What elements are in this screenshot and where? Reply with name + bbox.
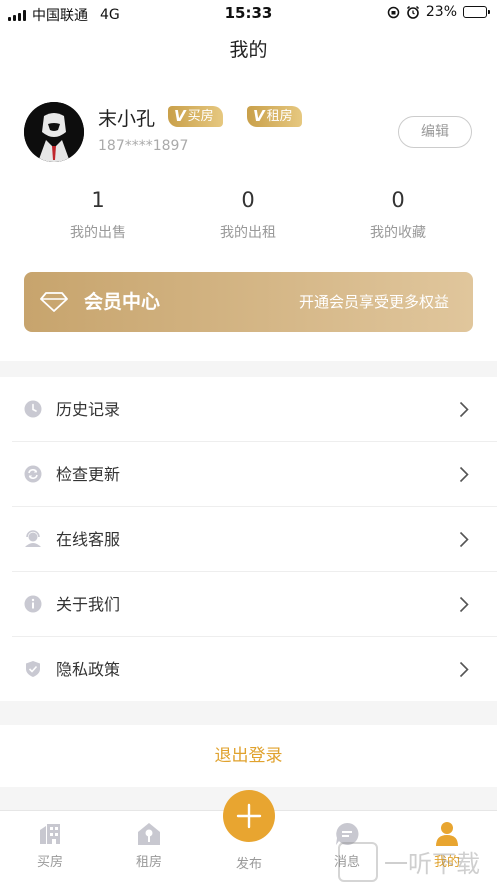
tab-publish-label[interactable]: 发布 <box>208 853 290 872</box>
member-subtitle: 开通会员享受更多权益 <box>298 293 449 311</box>
plus-icon <box>236 803 262 829</box>
house-key-icon <box>138 823 160 845</box>
menu-item-history[interactable]: 历史记录 <box>0 377 497 442</box>
tag-buy: V 买房 <box>168 106 223 127</box>
menu-item-customer-service[interactable]: 在线客服 <box>0 507 497 572</box>
stat-value: 1 <box>91 188 105 212</box>
menu-label: 关于我们 <box>56 595 121 614</box>
status-bar: 中国联通 4G 15:33 23% <box>0 0 497 26</box>
profile-section: 末小孔 V 买房 V 租房 187****1897 编辑 1 我的出售 0 我的… <box>0 74 497 361</box>
menu-item-about-us[interactable]: 关于我们 <box>0 572 497 637</box>
alarm-icon <box>406 5 419 19</box>
refresh-icon <box>24 465 42 483</box>
tag-letter: V <box>253 107 265 125</box>
edit-button[interactable]: 编辑 <box>398 116 472 148</box>
chevron-right-icon <box>459 401 469 418</box>
settings-menu: 历史记录 检查更新 在线客服 关于我们 隐私政策 <box>0 377 497 701</box>
watermark: 一听下载 <box>338 840 497 883</box>
chevron-right-icon <box>459 531 469 548</box>
orientation-lock-icon <box>387 6 400 18</box>
shield-icon <box>26 661 40 677</box>
chevron-right-icon <box>459 596 469 613</box>
tag-letter: V <box>174 107 186 125</box>
stat-rent[interactable]: 0 我的出租 <box>178 188 318 242</box>
building-icon <box>40 824 60 844</box>
stat-favorites[interactable]: 0 我的收藏 <box>328 188 468 242</box>
avatar-image <box>24 102 84 162</box>
stat-sell[interactable]: 1 我的出售 <box>28 188 168 242</box>
info-icon <box>24 595 42 613</box>
battery-percent: 23% <box>425 4 457 20</box>
tab-buy-house[interactable]: 买房 <box>10 821 90 870</box>
support-agent-icon <box>25 530 41 547</box>
watermark-text: 一听下载 <box>384 850 480 878</box>
page-title: 我的 <box>0 26 497 74</box>
menu-label: 在线客服 <box>56 530 121 549</box>
tab-rent-house[interactable]: 租房 <box>109 821 189 870</box>
clock-icon <box>24 400 42 418</box>
status-right: 23% <box>387 4 490 20</box>
logout-button[interactable]: 退出登录 <box>0 725 497 787</box>
chevron-right-icon <box>459 466 469 483</box>
stat-label: 我的出租 <box>220 225 276 241</box>
battery-icon <box>463 6 490 18</box>
menu-item-check-update[interactable]: 检查更新 <box>0 442 497 507</box>
chevron-right-icon <box>459 661 469 678</box>
stat-label: 我的收藏 <box>370 225 426 241</box>
menu-label: 隐私政策 <box>56 660 121 679</box>
member-title: 会员中心 <box>84 291 161 313</box>
phone-number: 187****1897 <box>98 138 189 154</box>
tab-label: 买房 <box>36 855 63 870</box>
publish-button[interactable] <box>223 790 275 842</box>
menu-label: 检查更新 <box>56 465 121 484</box>
tag-rent: V 租房 <box>247 106 302 127</box>
menu-label: 历史记录 <box>56 400 121 419</box>
tag-label: 买房 <box>187 109 214 124</box>
member-center-banner[interactable]: 会员中心 开通会员享受更多权益 <box>24 272 473 332</box>
watermark-logo <box>338 841 378 882</box>
avatar[interactable] <box>24 102 84 162</box>
tag-label: 租房 <box>266 109 293 124</box>
stat-value: 0 <box>391 188 405 212</box>
diamond-icon <box>40 292 68 312</box>
stat-value: 0 <box>241 188 255 212</box>
stat-label: 我的出售 <box>70 225 126 241</box>
tab-label: 租房 <box>135 855 162 870</box>
username: 末小孔 <box>98 108 156 130</box>
menu-item-privacy-policy[interactable]: 隐私政策 <box>0 637 497 702</box>
